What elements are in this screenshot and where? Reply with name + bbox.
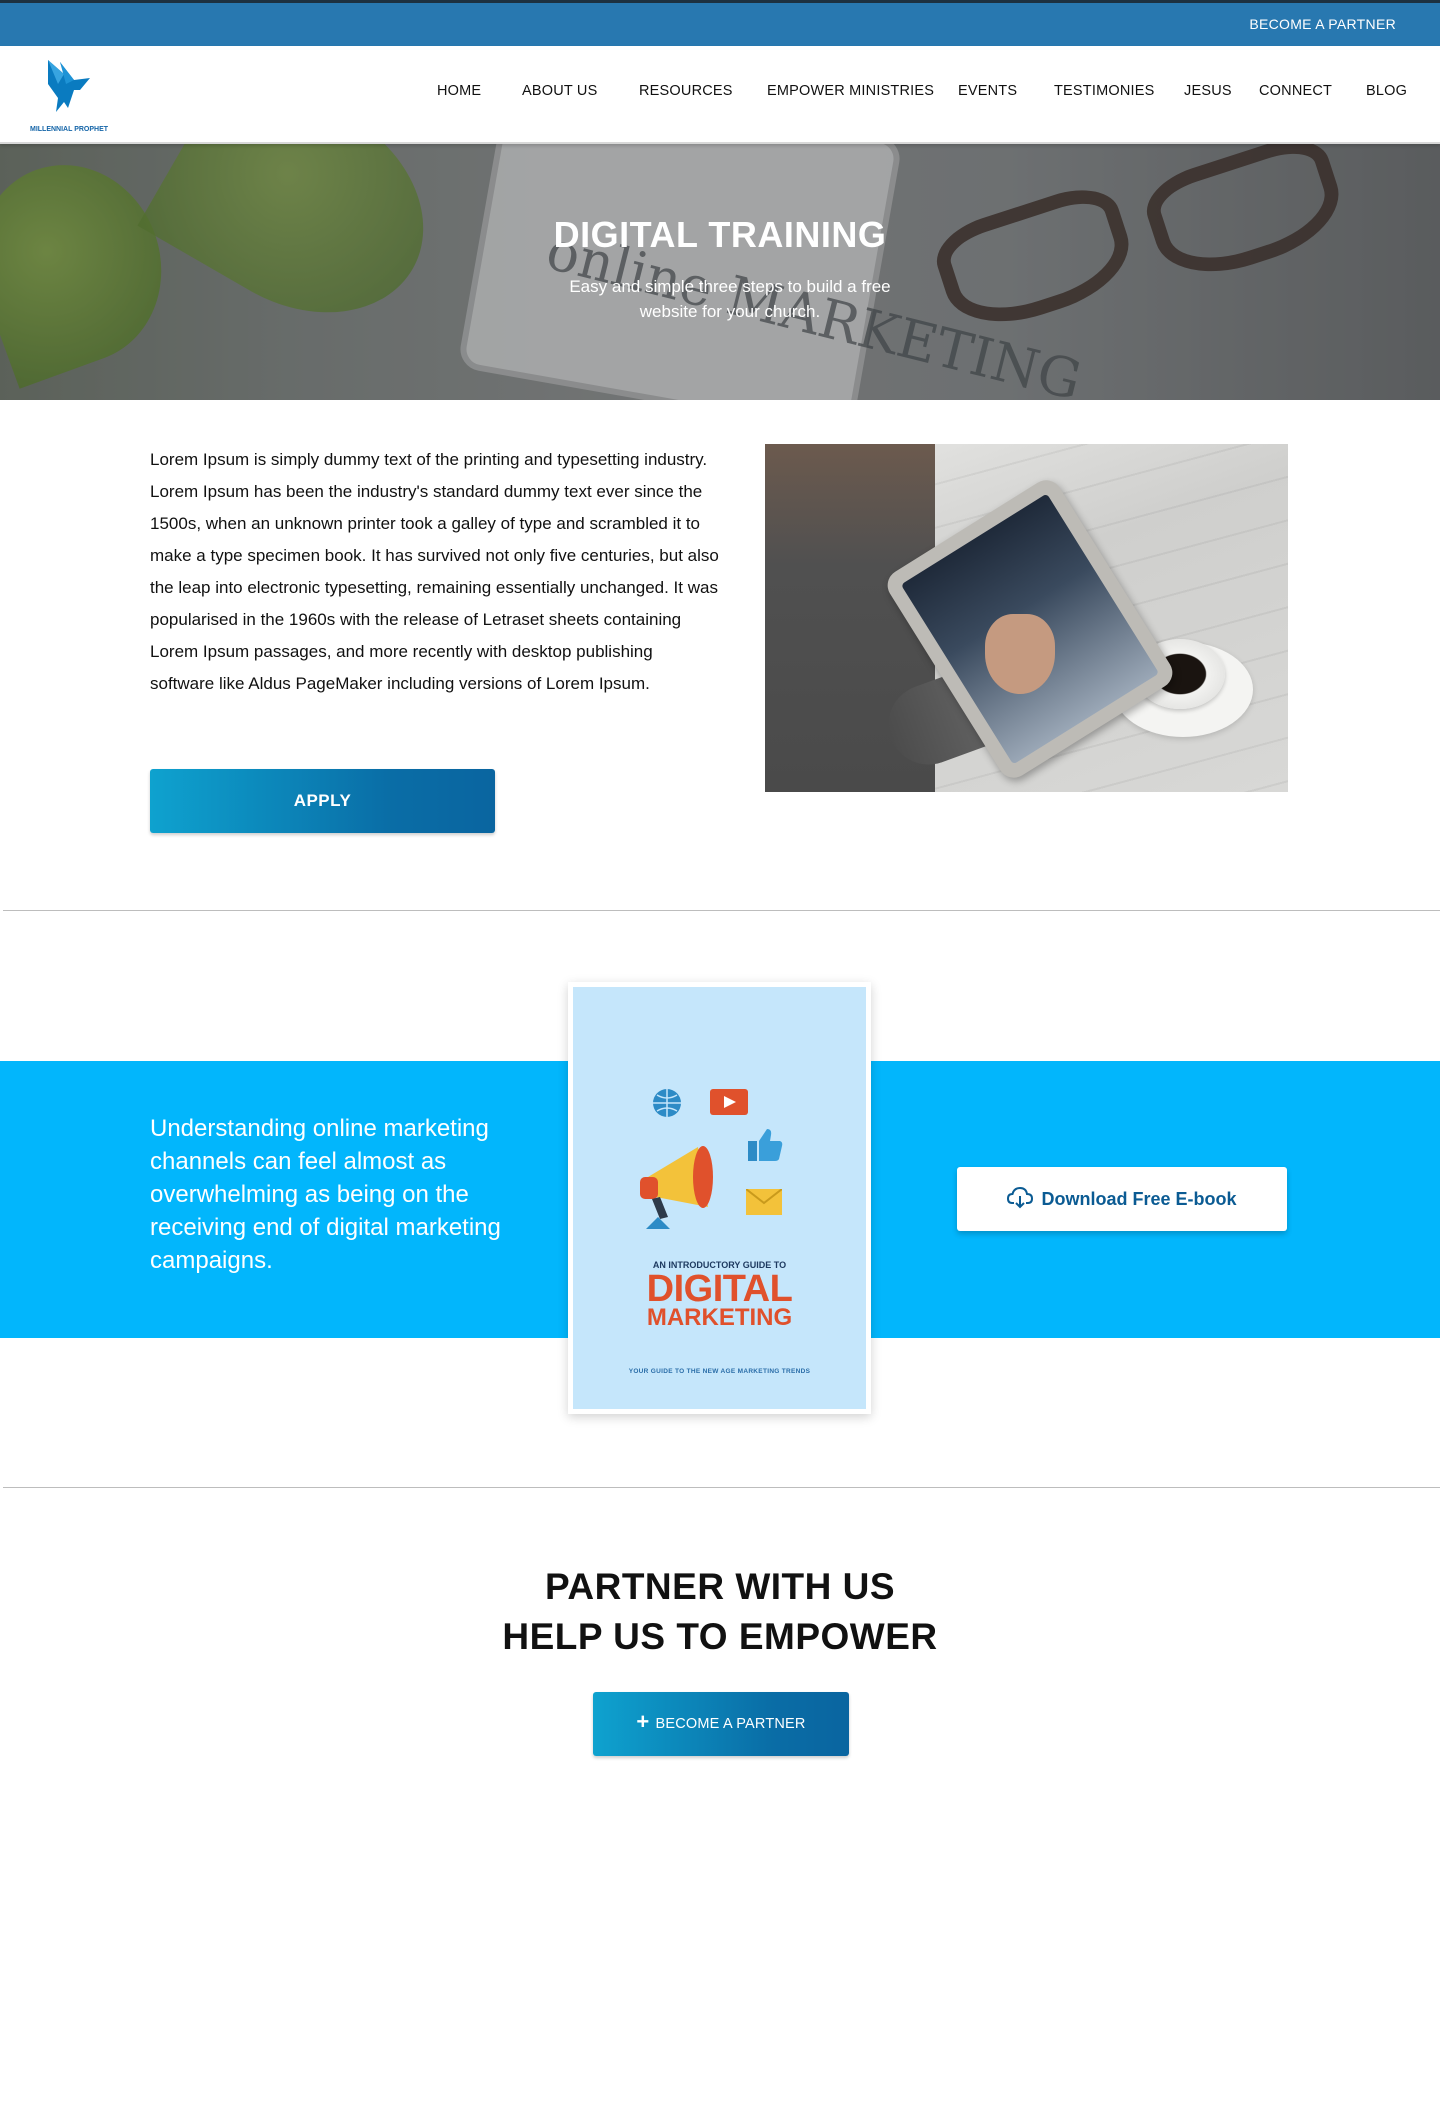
globe-icon	[653, 1089, 681, 1117]
partner-heading-line-1: PARTNER WITH US	[544, 1566, 896, 1607]
hero-title: DIGITAL TRAINING	[553, 214, 887, 255]
ebook-cover-title-2: MARKETING	[646, 1304, 793, 1331]
brand-name: MILLENNIAL PROPHET	[30, 126, 109, 133]
nav-testimonies[interactable]: TESTIMONIES	[1054, 83, 1155, 99]
apply-button[interactable]: APPLY	[150, 769, 495, 833]
cloud-download-icon	[1007, 1187, 1034, 1209]
download-ebook-button[interactable]: Download Free E-book	[957, 1167, 1287, 1231]
nav-resources[interactable]: RESOURCES	[639, 83, 733, 99]
plus-icon: +	[636, 1709, 650, 1735]
nav-home[interactable]: HOME	[437, 83, 481, 99]
ebook-cover-art: AN INTRODUCTORY GUIDE TO DIGITAL MARKETI…	[573, 987, 866, 1409]
top-bar: BECOME A PARTNER	[0, 0, 1440, 46]
section-divider	[3, 1487, 1440, 1488]
bird-logo-icon	[48, 60, 90, 112]
intro-paragraph: Lorem Ipsum is simply dummy text of the …	[150, 450, 719, 693]
nav-blog[interactable]: BLOG	[1366, 83, 1407, 99]
nav-jesus[interactable]: JESUS	[1184, 83, 1232, 99]
become-partner-label: BECOME A PARTNER	[655, 1716, 806, 1732]
section-divider	[3, 910, 1440, 911]
brand-logo[interactable]: MILLENNIAL PROPHET	[30, 54, 109, 136]
nav-about-us[interactable]: ABOUT US	[522, 83, 597, 99]
main-navbar: MILLENNIAL PROPHET HOME ABOUT US RESOURC…	[0, 46, 1440, 144]
nav-connect[interactable]: CONNECT	[1259, 83, 1332, 99]
thumbs-up-icon	[748, 1129, 783, 1161]
photo-hand	[985, 614, 1055, 694]
partner-heading: PARTNER WITH US HELP US TO EMPOWER	[0, 1562, 1440, 1662]
topbar-become-partner-link[interactable]: BECOME A PARTNER	[1249, 16, 1396, 32]
envelope-icon	[746, 1189, 782, 1215]
nav-events[interactable]: EVENTS	[958, 83, 1017, 99]
hero-subtitle: Easy and simple three steps to build a f…	[569, 277, 891, 321]
megaphone-icon	[640, 1146, 713, 1229]
become-partner-button[interactable]: + BECOME A PARTNER	[593, 1692, 849, 1756]
partner-heading-line-2: HELP US TO EMPOWER	[502, 1616, 938, 1657]
hero-overlay	[0, 144, 1440, 400]
ebook-cover[interactable]: AN INTRODUCTORY GUIDE TO DIGITAL MARKETI…	[568, 982, 871, 1414]
ebook-cover-footer: YOUR GUIDE TO THE NEW AGE MARKETING TREN…	[628, 1368, 811, 1375]
download-ebook-label: Download Free E-book	[1041, 1189, 1237, 1209]
nav-empower-ministries[interactable]: EMPOWER MINISTRIES	[767, 83, 934, 99]
play-video-icon	[710, 1089, 748, 1115]
ebook-band-text: Understanding online marketing channels …	[150, 1115, 501, 1274]
hero-banner: online MARKETING DIGITAL TRAINING Easy a…	[0, 144, 1440, 400]
training-photo	[765, 444, 1288, 792]
